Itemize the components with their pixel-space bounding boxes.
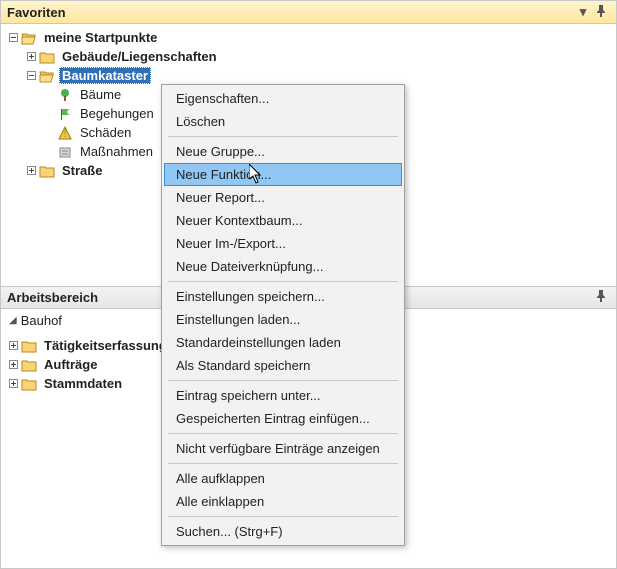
pin-icon[interactable] bbox=[592, 290, 610, 305]
context-menu-separator bbox=[168, 380, 398, 381]
context-menu-item[interactable]: Nicht verfügbare Einträge anzeigen bbox=[164, 437, 402, 460]
context-menu: Eigenschaften...LöschenNeue Gruppe...Neu… bbox=[161, 84, 405, 546]
context-menu-separator bbox=[168, 136, 398, 137]
expand-icon[interactable] bbox=[25, 51, 37, 63]
expand-icon[interactable] bbox=[7, 359, 19, 371]
folder-open-icon bbox=[21, 30, 37, 46]
collapse-icon[interactable] bbox=[7, 32, 19, 44]
tree-label: Straße bbox=[59, 162, 105, 179]
context-menu-separator bbox=[168, 516, 398, 517]
context-menu-item[interactable]: Alle aufklappen bbox=[164, 467, 402, 490]
action-icon bbox=[57, 144, 73, 160]
context-menu-item[interactable]: Gespeicherten Eintrag einfügen... bbox=[164, 407, 402, 430]
context-menu-item[interactable]: Neue Dateiverknüpfung... bbox=[164, 255, 402, 278]
context-menu-item[interactable]: Neue Gruppe... bbox=[164, 140, 402, 163]
tree-label: Begehungen bbox=[77, 105, 157, 122]
context-menu-item[interactable]: Einstellungen speichern... bbox=[164, 285, 402, 308]
tree-node-gebaeude[interactable]: Gebäude/Liegenschaften bbox=[25, 47, 616, 66]
context-menu-item[interactable]: Eintrag speichern unter... bbox=[164, 384, 402, 407]
tree-item-icon bbox=[57, 87, 73, 103]
context-menu-separator bbox=[168, 463, 398, 464]
expand-icon[interactable] bbox=[7, 378, 19, 390]
context-menu-item[interactable]: Als Standard speichern bbox=[164, 354, 402, 377]
context-menu-item[interactable]: Eigenschaften... bbox=[164, 87, 402, 110]
tree-label: Schäden bbox=[77, 124, 134, 141]
tree-node-startpunkte[interactable]: meine Startpunkte bbox=[7, 28, 616, 47]
folder-open-icon bbox=[39, 68, 55, 84]
context-menu-item[interactable]: Neuer Kontextbaum... bbox=[164, 209, 402, 232]
folder-icon bbox=[21, 376, 37, 392]
context-menu-item[interactable]: Löschen bbox=[164, 110, 402, 133]
folder-icon bbox=[21, 357, 37, 373]
breadcrumb-label: Bauhof bbox=[21, 313, 62, 328]
tree-label: Tätigkeitserfassung bbox=[41, 337, 170, 354]
favorites-header: Favoriten ▾ bbox=[0, 0, 617, 24]
expand-icon[interactable] bbox=[7, 340, 19, 352]
svg-text:!: ! bbox=[63, 126, 67, 140]
pin-icon[interactable] bbox=[592, 5, 610, 20]
folder-icon bbox=[39, 49, 55, 65]
tree-label: Stammdaten bbox=[41, 375, 125, 392]
folder-icon bbox=[21, 338, 37, 354]
tree-label: Bäume bbox=[77, 86, 124, 103]
tree-label: Maßnahmen bbox=[77, 143, 156, 160]
dropdown-icon[interactable]: ▾ bbox=[574, 4, 592, 20]
tree-label-selected: Baumkataster bbox=[59, 67, 151, 84]
favorites-title: Favoriten bbox=[7, 5, 574, 20]
caret-icon: ◢ bbox=[9, 315, 17, 326]
flag-icon bbox=[57, 106, 73, 122]
context-menu-item[interactable]: Standardeinstellungen laden bbox=[164, 331, 402, 354]
context-menu-item[interactable]: Neue Funktion... bbox=[164, 163, 402, 186]
tree-label: Aufträge bbox=[41, 356, 100, 373]
tree-label: Gebäude/Liegenschaften bbox=[59, 48, 220, 65]
damage-icon: ! bbox=[57, 125, 73, 141]
context-menu-item[interactable]: Suchen... (Strg+F) bbox=[164, 520, 402, 543]
context-menu-separator bbox=[168, 281, 398, 282]
context-menu-item[interactable]: Einstellungen laden... bbox=[164, 308, 402, 331]
folder-icon bbox=[39, 163, 55, 179]
tree-label: meine Startpunkte bbox=[41, 29, 160, 46]
context-menu-item[interactable]: Neuer Im-/Export... bbox=[164, 232, 402, 255]
context-menu-item[interactable]: Alle einklappen bbox=[164, 490, 402, 513]
context-menu-item[interactable]: Neuer Report... bbox=[164, 186, 402, 209]
expand-icon[interactable] bbox=[25, 165, 37, 177]
context-menu-separator bbox=[168, 433, 398, 434]
tree-node-baumkataster[interactable]: Baumkataster bbox=[25, 66, 616, 85]
collapse-icon[interactable] bbox=[25, 70, 37, 82]
